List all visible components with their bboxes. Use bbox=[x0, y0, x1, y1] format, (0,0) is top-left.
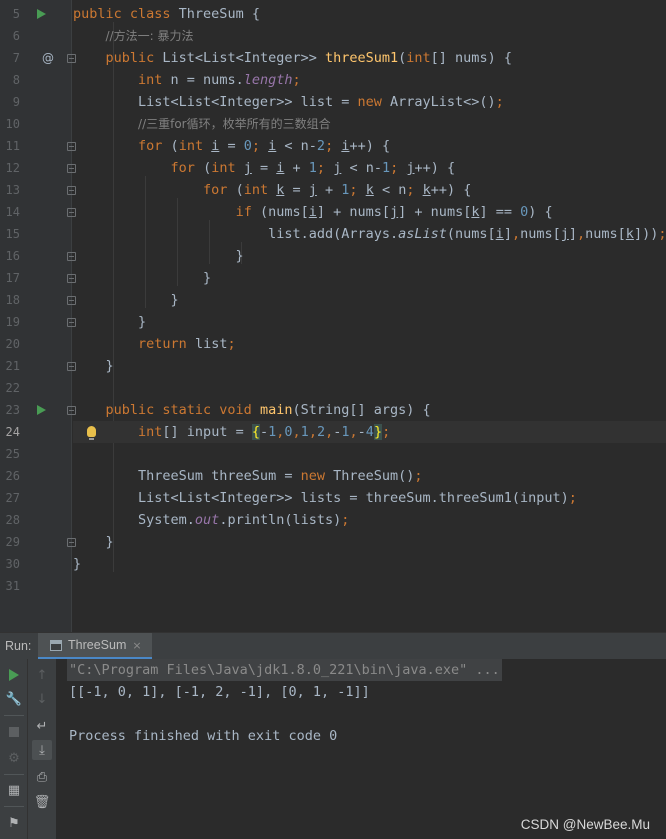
line-number: 15 bbox=[5, 227, 20, 241]
print-icon[interactable]: ⎙ bbox=[32, 767, 52, 787]
editor-gutter: 5 6 7 8 9 10 11 12 13 14 15 16 17 18 19 20 21 22 23 24 25 26 2… bbox=[0, 0, 96, 632]
line-number: 6 bbox=[12, 29, 20, 43]
run-toolbar-secondary: ↑ ↓ ↵ ⤓ ⎙ 🗑 bbox=[28, 659, 57, 839]
trash-icon[interactable]: 🗑 bbox=[32, 792, 52, 812]
line-number: 16 bbox=[5, 249, 20, 263]
code-line: } bbox=[73, 292, 179, 308]
line-number: 27 bbox=[5, 491, 20, 505]
code-line: } bbox=[73, 270, 212, 286]
override-icon[interactable]: @ bbox=[41, 47, 55, 69]
line-number: 11 bbox=[5, 139, 20, 153]
arrow-up-icon[interactable]: ↑ bbox=[32, 665, 52, 685]
main-method-name: main bbox=[259, 402, 293, 418]
code-line: int n = nums.length; bbox=[138, 72, 301, 88]
run-label: Run: bbox=[5, 639, 32, 653]
tab-threesum[interactable]: ThreeSum × bbox=[38, 633, 152, 660]
line-number: 28 bbox=[5, 513, 20, 527]
line-number: 21 bbox=[5, 359, 20, 373]
line-number: 7 bbox=[12, 51, 20, 65]
scroll-to-end-icon[interactable]: ⤓ bbox=[32, 740, 52, 760]
line-number: 31 bbox=[5, 579, 20, 593]
line-number: 8 bbox=[12, 73, 20, 87]
console-command-line: "C:\Program Files\Java\jdk1.8.0_221\bin\… bbox=[67, 659, 502, 681]
wrench-icon[interactable]: 🔧 bbox=[4, 689, 24, 709]
code-line: list.add(Arrays.asList(nums[i],nums[j],n… bbox=[73, 226, 666, 242]
code-line: public class ThreeSum { bbox=[73, 6, 260, 22]
rerun-button[interactable] bbox=[4, 665, 24, 685]
code-line: if (nums[i] + nums[j] + nums[k] == 0) { bbox=[235, 204, 553, 220]
run-panel-header: Run: ThreeSum × bbox=[0, 632, 666, 660]
watermark: CSDN @NewBee.Mu bbox=[520, 817, 650, 832]
layout-icon[interactable]: ▦ bbox=[4, 780, 24, 800]
code-line: return list; bbox=[138, 336, 236, 352]
line-number: 25 bbox=[5, 447, 20, 461]
run-toolbar-primary: 🔧 ⚙ ▦ ⚑ bbox=[0, 659, 28, 839]
code-line: List<List<Integer>> lists = threeSum.thr… bbox=[73, 490, 577, 506]
code-area[interactable]: public class ThreeSum { //方法一: 暴力法 publi… bbox=[73, 0, 666, 632]
class-name: ThreeSum bbox=[178, 6, 244, 22]
run-class-icon[interactable] bbox=[34, 3, 48, 25]
code-line: } bbox=[73, 556, 82, 572]
line-number: 13 bbox=[5, 183, 20, 197]
code-line: for (int j = i + 1; j < n-1; j++) { bbox=[170, 160, 456, 176]
code-line: for (int i = 0; i < n-2; i++) { bbox=[138, 138, 391, 154]
line-number: 24 bbox=[5, 425, 20, 439]
arrow-down-icon[interactable]: ↓ bbox=[32, 689, 52, 709]
line-number: 30 bbox=[5, 557, 20, 571]
code-editor[interactable]: 5 6 7 8 9 10 11 12 13 14 15 16 17 18 19 20 21 22 23 24 25 26 2… bbox=[0, 0, 666, 632]
code-line: } bbox=[73, 534, 114, 550]
line-number: 26 bbox=[5, 469, 20, 483]
line-number: 12 bbox=[5, 161, 20, 175]
code-line: } bbox=[73, 248, 244, 264]
code-line: System.out.println(lists); bbox=[73, 512, 350, 528]
stop-icon bbox=[9, 727, 19, 737]
code-line: ThreeSum threeSum = new ThreeSum(); bbox=[73, 468, 423, 484]
code-line: //方法一: 暴力法 bbox=[73, 25, 666, 47]
comment-method1: //方法一: 暴力法 bbox=[105, 29, 194, 43]
line-number: 19 bbox=[5, 315, 20, 329]
line-number: 5 bbox=[12, 7, 20, 21]
code-line: } bbox=[73, 314, 147, 330]
console-window-icon bbox=[50, 639, 62, 651]
console-exit-line: Process finished with exit code 0 bbox=[69, 728, 338, 744]
line-number: 18 bbox=[5, 293, 20, 307]
soft-wrap-icon[interactable]: ↵ bbox=[32, 716, 52, 736]
tab-label: ThreeSum bbox=[68, 638, 127, 652]
line-number: 10 bbox=[5, 117, 20, 131]
play-icon bbox=[9, 669, 19, 681]
code-line-current[interactable]: int[] input = {-1,0,1,2,-1,-4}; bbox=[73, 421, 666, 443]
lightbulb-icon[interactable] bbox=[84, 421, 98, 443]
comment-triple-loop: //三重for循环，枚举所有的三数组合 bbox=[138, 117, 331, 131]
code-line: //三重for循环，枚举所有的三数组合 bbox=[73, 113, 666, 135]
code-line: public List<List<Integer>> threeSum1(int… bbox=[105, 50, 512, 66]
line-number: 17 bbox=[5, 271, 20, 285]
code-line: } bbox=[73, 358, 114, 374]
debug-icon[interactable]: ⚙ bbox=[4, 748, 24, 768]
line-number: 29 bbox=[5, 535, 20, 549]
line-number: 22 bbox=[5, 381, 20, 395]
code-line: List<List<Integer>> list = new ArrayList… bbox=[73, 94, 504, 110]
line-number: 9 bbox=[12, 95, 20, 109]
line-number: 23 bbox=[5, 403, 20, 417]
line-number: 14 bbox=[5, 205, 20, 219]
code-line: public static void main(String[] args) { bbox=[105, 402, 431, 418]
close-icon[interactable]: × bbox=[132, 639, 141, 652]
run-main-icon[interactable] bbox=[34, 399, 48, 421]
pin-icon[interactable]: ⚑ bbox=[4, 813, 24, 833]
console-result-line: [[-1, 0, 1], [-1, 2, -1], [0, 1, -1]] bbox=[69, 684, 370, 700]
console-output[interactable]: "C:\Program Files\Java\jdk1.8.0_221\bin\… bbox=[57, 659, 666, 839]
code-line: for (int k = j + 1; k < n; k++) { bbox=[203, 182, 472, 198]
stop-button[interactable] bbox=[4, 722, 24, 742]
line-number: 20 bbox=[5, 337, 20, 351]
method-name: threeSum1 bbox=[324, 50, 399, 66]
